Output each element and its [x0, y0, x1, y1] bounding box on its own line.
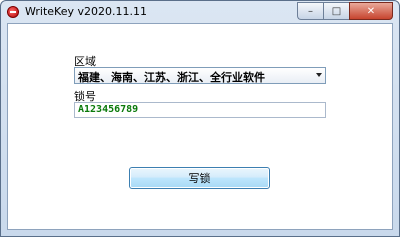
close-button[interactable]: ✕: [349, 2, 393, 20]
lock-number-input[interactable]: A123456789: [74, 102, 326, 118]
minimize-button[interactable]: –: [297, 2, 323, 20]
chevron-down-icon[interactable]: [316, 73, 322, 77]
maximize-button[interactable]: □: [323, 2, 349, 20]
window-title: WriteKey v2020.11.11: [25, 5, 147, 18]
app-icon: [7, 6, 19, 18]
close-icon: ✕: [366, 5, 376, 17]
region-select-value: 福建、海南、江苏、浙江、全行业软件: [78, 71, 265, 84]
title-bar[interactable]: WriteKey v2020.11.11 – □ ✕: [1, 1, 399, 23]
maximize-icon: □: [331, 5, 342, 17]
client-area: 区域 福建、海南、江苏、浙江、全行业软件 锁号 A123456789 写锁: [7, 23, 393, 230]
region-select[interactable]: 福建、海南、江苏、浙江、全行业软件: [74, 67, 326, 84]
write-lock-button[interactable]: 写锁: [129, 167, 270, 189]
lock-number-value: A123456789: [78, 104, 139, 115]
write-lock-button-label: 写锁: [188, 172, 211, 185]
caption-buttons: – □ ✕: [297, 2, 393, 20]
minimize-icon: –: [308, 5, 313, 17]
app-window: WriteKey v2020.11.11 – □ ✕ 区域 福建、海南、江苏、浙…: [0, 0, 400, 237]
